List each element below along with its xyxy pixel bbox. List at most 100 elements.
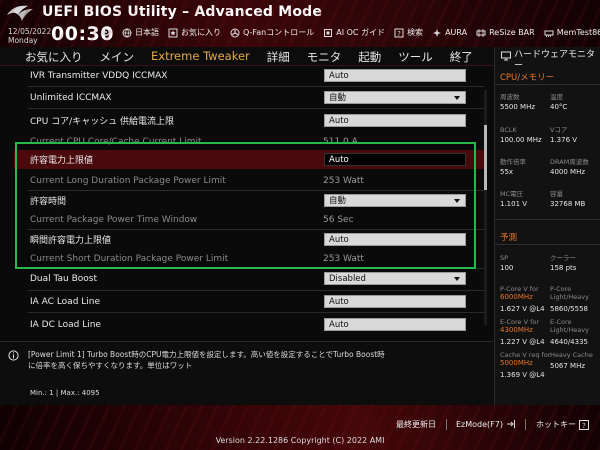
svg-text:?: ? [582, 422, 586, 430]
monitor-label: クーラー [550, 254, 576, 262]
tab-main[interactable]: メイン [100, 47, 144, 65]
monitor-label: Vコア [550, 126, 568, 134]
setting-input[interactable]: Auto [324, 69, 466, 82]
min-max-text: Min.: 1 | Max.: 4095 [30, 389, 100, 397]
setting-row[interactable]: IA AC Load Line Auto [14, 292, 484, 311]
version-text: Version 2.22.1286 Copyright (C) 2022 AMI [215, 436, 385, 445]
tab-advanced[interactable]: 詳細 [267, 47, 299, 65]
monitor-title: ハードウェアモニター [501, 50, 599, 72]
tool-label: 検索 [407, 28, 424, 37]
setting-dropdown[interactable]: Disabled [324, 272, 466, 285]
tab-monitor[interactable]: モニタ [307, 47, 351, 65]
setting-dropdown[interactable]: 自動 [324, 91, 466, 104]
monitor-label: P-Core V for [500, 285, 539, 293]
app-title: UEFI BIOS Utility – Advanced Mode [42, 4, 323, 20]
monitor-label: SP [500, 254, 509, 262]
hotkeys-button[interactable]: ホットキー ? [536, 419, 589, 430]
monitor-value: 55x [500, 168, 514, 176]
tool-memtest[interactable]: MemTest86 [544, 27, 600, 38]
tab-extreme-tweaker[interactable]: Extreme Tweaker [151, 47, 259, 65]
setting-row-selected[interactable]: 許容電力上限値 Auto [14, 150, 484, 169]
setting-input[interactable]: Auto [324, 233, 466, 246]
row-divider [28, 108, 484, 109]
monitor-value: 5500 MHz [500, 103, 536, 111]
hotkeys-label: ホットキー [536, 420, 576, 429]
monitor-section-cpu: CPU/メモリー [500, 73, 555, 83]
tool-resize-bar[interactable]: ReSize BAR [476, 27, 535, 38]
tab-exit[interactable]: 終了 [450, 47, 482, 65]
setting-label: Current Short Duration Package Power Lim… [30, 253, 229, 264]
setting-label: Unlimited ICCMAX [30, 92, 112, 103]
monitor-label: MC電圧 [500, 190, 524, 198]
svg-text:?: ? [397, 30, 401, 38]
tool-qfan[interactable]: Q-Fanコントロール [230, 27, 314, 38]
monitor-value: 1.227 V @L4 [500, 338, 545, 346]
monitor-value: 4000 MHz [550, 168, 586, 176]
ezmode-button[interactable]: EzMode(F7) [456, 419, 516, 429]
tab-tool[interactable]: ツール [398, 47, 442, 65]
setting-row: Current Long Duration Package Power Limi… [14, 171, 484, 190]
tab-boot[interactable]: 起動 [358, 47, 390, 65]
setting-row[interactable]: IA DC Load Line Auto [14, 315, 484, 334]
setting-row[interactable]: Unlimited ICCMAX 自動 [14, 88, 484, 107]
gear-icon[interactable] [101, 27, 111, 37]
monitor-section-predict: 予測 [500, 233, 518, 243]
weekday-text: Monday [8, 36, 38, 45]
setting-dropdown[interactable]: 自動 [324, 194, 466, 207]
ezmode-label: EzMode(F7) [456, 419, 503, 429]
setting-input[interactable]: Auto [324, 153, 466, 166]
setting-input[interactable]: Auto [324, 318, 466, 331]
tab-favorites[interactable]: お気に入り [25, 47, 92, 65]
monitor-value: 1.101 V [500, 200, 528, 208]
aura-icon [433, 28, 442, 37]
settings-list: IVR Transmitter VDDQ ICCMAX Auto Unlimit… [14, 66, 484, 338]
tool-favorites[interactable]: お気に入り [168, 27, 221, 38]
setting-value: 511.0 A [323, 136, 358, 147]
setting-row[interactable]: 許容時間 自動 [14, 191, 484, 210]
setting-row[interactable]: CPU コア/キャッシュ 供給電流上限 Auto [14, 111, 484, 130]
tool-aura[interactable]: AURA [432, 27, 467, 38]
tool-label: AURA [445, 28, 468, 37]
monitor-value: 100.00 MHz [500, 136, 542, 144]
tool-label: AI OC ガイド [336, 28, 386, 37]
setting-row: Current Package Power Time Window 56 Sec [14, 210, 484, 229]
dropdown-arrow-icon [454, 199, 460, 203]
monitor-value: 1.376 V [550, 136, 578, 144]
setting-row: Current CPU Core/Cache Current Limit 511… [14, 132, 484, 151]
tool-search[interactable]: ? 検索 [394, 27, 423, 38]
help-question-icon: ? [579, 419, 589, 430]
setting-label: CPU コア/キャッシュ 供給電流上限 [30, 117, 175, 127]
monitor-label: E-Core Light/Heavy [550, 318, 589, 334]
monitor-label: Cache V req for [500, 351, 551, 359]
monitor-value: 1.369 V @L4 [500, 371, 545, 379]
monitor-label: 温度 [550, 93, 563, 101]
setting-input[interactable]: Auto [324, 114, 466, 127]
setting-row[interactable]: 瞬間許容電力上限値 Auto [14, 230, 484, 249]
setting-label: Dual Tau Boost [30, 273, 98, 284]
tool-ai-oc[interactable]: AI OC ガイド [323, 27, 385, 38]
monitor-label: Heavy Cache [550, 351, 593, 359]
settings-scrollbar[interactable] [484, 90, 487, 325]
row-divider [28, 86, 484, 87]
setting-input[interactable]: Auto [324, 295, 466, 308]
monitor-label: E-Core V for [500, 318, 540, 326]
scrollbar-thumb[interactable] [484, 125, 487, 190]
setting-label: 瞬間許容電力上限値 [30, 236, 112, 246]
monitor-value: 4640/4335 [550, 338, 588, 346]
dropdown-value: Disabled [329, 274, 366, 284]
setting-label: Current Long Duration Package Power Limi… [30, 175, 226, 186]
dropdown-value: 自動 [329, 196, 347, 206]
last-modified-button[interactable]: 最終更新日 [396, 419, 436, 430]
monitor-label: DRAM周波数 [550, 158, 589, 166]
tool-language[interactable]: 日本語 [122, 27, 159, 38]
section-divider [495, 84, 600, 85]
setting-row[interactable]: Dual Tau Boost Disabled [14, 269, 484, 288]
monitor-label: 動作倍率 [500, 158, 526, 166]
monitor-value: 32768 MB [550, 200, 586, 208]
monitor-label: BCLK [500, 126, 517, 134]
fan-icon [230, 28, 240, 37]
setting-label: 許容時間 [30, 197, 67, 207]
info-icon [8, 350, 19, 361]
monitor-value: 1.627 V @L4 [500, 305, 545, 313]
setting-row[interactable]: IVR Transmitter VDDQ ICCMAX Auto [14, 66, 484, 85]
